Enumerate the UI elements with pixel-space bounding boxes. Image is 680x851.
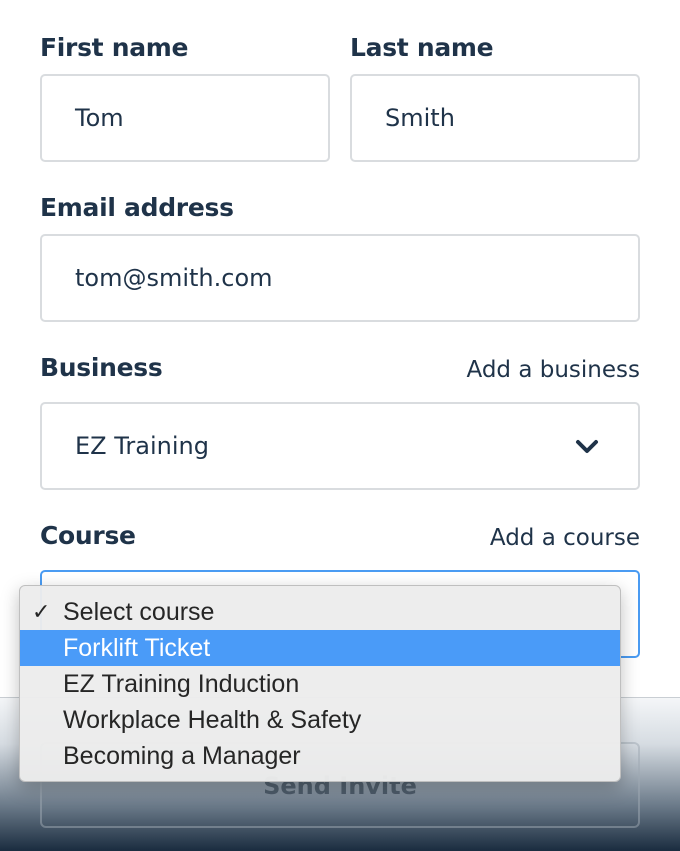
add-course-link[interactable]: Add a course — [490, 525, 640, 551]
add-business-link[interactable]: Add a business — [467, 357, 641, 383]
course-option-label: Forklift Ticket — [63, 634, 211, 662]
last-name-field[interactable]: Smith — [350, 74, 640, 162]
course-option-select[interactable]: ✓ Select course — [20, 594, 620, 630]
course-option-label: Select course — [63, 598, 215, 626]
course-option-label: Becoming a Manager — [63, 742, 301, 770]
course-option-becoming-a-manager[interactable]: Becoming a Manager — [20, 738, 620, 774]
email-field[interactable]: tom@smith.com — [40, 234, 640, 322]
course-option-label: Workplace Health & Safety — [63, 706, 362, 734]
business-select[interactable]: EZ Training — [40, 402, 640, 490]
course-option-workplace-health-safety[interactable]: Workplace Health & Safety — [20, 702, 620, 738]
course-option-forklift-ticket[interactable]: Forklift Ticket — [20, 630, 620, 666]
chevron-down-icon — [576, 440, 598, 453]
first-name-value: Tom — [75, 104, 124, 132]
course-label: Course — [40, 521, 136, 550]
business-label: Business — [40, 353, 163, 382]
business-value: EZ Training — [75, 432, 209, 460]
email-value: tom@smith.com — [75, 264, 273, 292]
first-name-field[interactable]: Tom — [40, 74, 330, 162]
last-name-label: Last name — [350, 33, 494, 62]
course-option-ez-training-induction[interactable]: EZ Training Induction — [20, 666, 620, 702]
course-dropdown-menu: ✓ Select course Forklift Ticket EZ Train… — [19, 585, 621, 782]
first-name-label: First name — [40, 33, 189, 62]
last-name-value: Smith — [385, 104, 455, 132]
email-label: Email address — [40, 193, 234, 222]
course-option-label: EZ Training Induction — [63, 670, 300, 698]
check-icon: ✓ — [32, 599, 51, 624]
